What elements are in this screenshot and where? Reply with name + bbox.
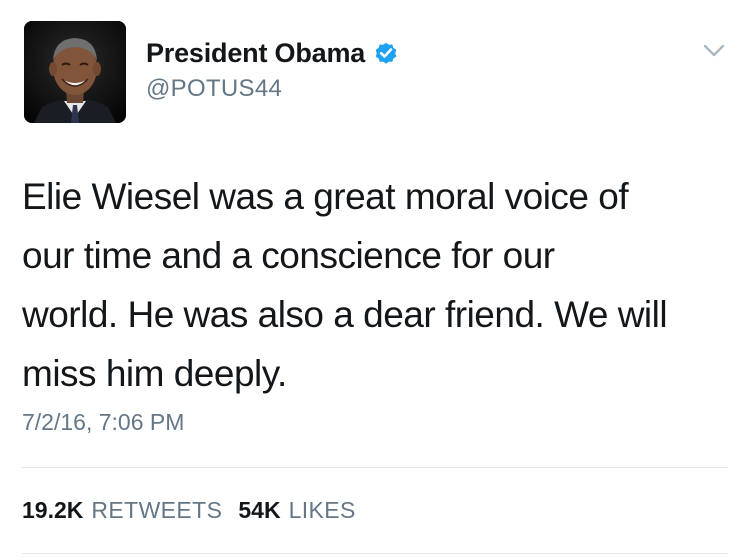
likes-count: 54K bbox=[238, 497, 281, 523]
author-handle[interactable]: @POTUS44 bbox=[146, 75, 282, 103]
verified-badge-icon bbox=[373, 40, 399, 66]
tweet-card: President Obama @POTUS44 Elie Wiesel was… bbox=[0, 0, 750, 557]
avatar[interactable] bbox=[24, 21, 126, 123]
likes-label: LIKES bbox=[288, 497, 356, 523]
divider bbox=[22, 553, 728, 554]
chevron-down-icon[interactable] bbox=[703, 44, 725, 58]
author-display-name[interactable]: President Obama bbox=[146, 38, 365, 69]
tweet-stats: 19.2K RETWEETS 54K LIKES bbox=[22, 497, 356, 524]
divider bbox=[22, 467, 728, 468]
retweets-count: 19.2K bbox=[22, 497, 84, 523]
tweet-text: Elie Wiesel was a great moral voice of o… bbox=[22, 176, 668, 394]
retweets-stat[interactable]: 19.2K RETWEETS bbox=[22, 497, 222, 524]
tweet-timestamp[interactable]: 7/2/16, 7:06 PM bbox=[22, 409, 184, 436]
author-name-row[interactable]: President Obama bbox=[146, 36, 399, 70]
profile-photo bbox=[24, 21, 126, 123]
retweets-label: RETWEETS bbox=[91, 497, 223, 523]
likes-stat[interactable]: 54K LIKES bbox=[238, 497, 355, 524]
